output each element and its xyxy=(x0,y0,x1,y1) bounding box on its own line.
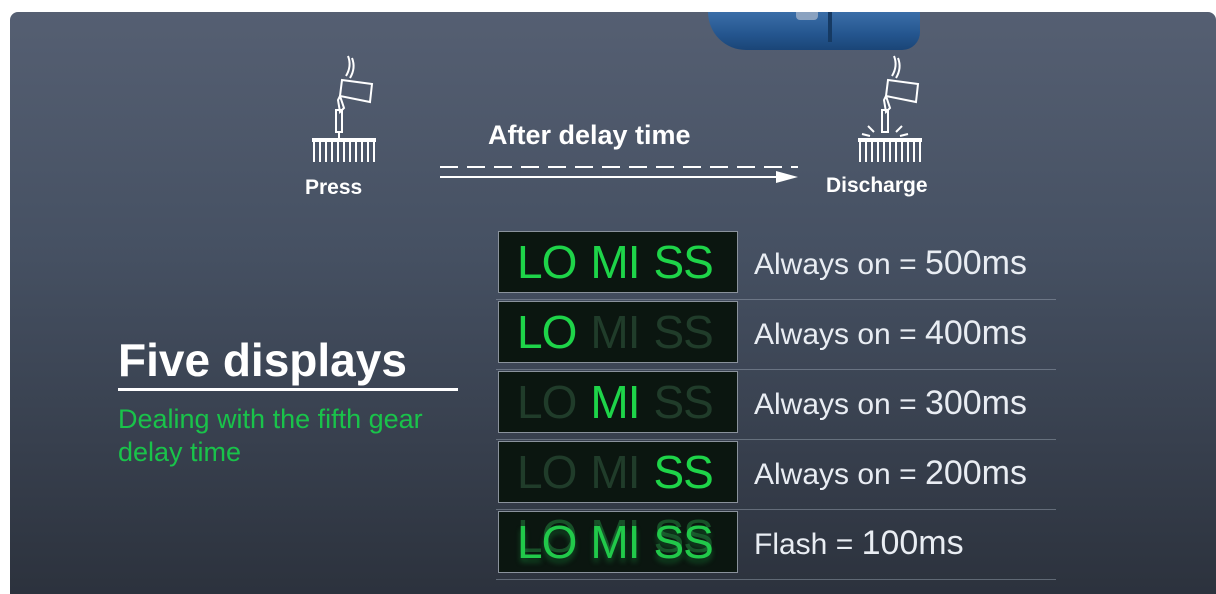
delay-label: After delay time xyxy=(488,120,691,150)
lcd-segment-ss: SS xyxy=(653,306,713,358)
display-list: LO MI SS Always on = 500ms LO MI SS Alwa… xyxy=(496,230,1056,580)
lcd-segment-mi: MI xyxy=(590,446,640,498)
lcd-segment-mi: MI xyxy=(590,516,640,568)
lcd-segment-mi: MI xyxy=(590,306,640,358)
display-mode: Always on = xyxy=(754,318,917,351)
device-slot xyxy=(828,12,832,42)
display-mode: Always on = xyxy=(754,458,917,491)
display-value: 500ms xyxy=(924,244,1027,282)
lcd-segment-lo: LO xyxy=(517,446,577,498)
lcd-segment-ss: SS xyxy=(653,446,713,498)
discharge-label: Discharge xyxy=(826,174,928,197)
lcd-display: LO MI SS xyxy=(498,441,738,503)
display-mode: Flash = xyxy=(754,528,854,561)
display-value: 400ms xyxy=(924,314,1027,352)
heading-block: Five displays Dealing with the fifth gea… xyxy=(118,334,458,469)
page-subtitle: Dealing with the fifth gear delay time xyxy=(118,404,423,467)
lcd-segment-lo: LO xyxy=(517,516,577,568)
display-row: LO MI SS Flash = 100ms xyxy=(496,510,1056,580)
content-panel: Press After delay time Discharge Five di… xyxy=(10,12,1216,594)
display-description: Always on = 500ms xyxy=(754,244,1027,283)
display-description: Always on = 200ms xyxy=(754,454,1027,493)
press-label: Press xyxy=(305,176,363,199)
display-row: LO MI SS Always on = 500ms xyxy=(496,230,1056,300)
lcd-segment-ss: SS xyxy=(653,516,713,568)
display-row: LO MI SS Always on = 400ms xyxy=(496,300,1056,370)
lcd-display: LO MI SS xyxy=(498,371,738,433)
lcd-display: LO MI SS xyxy=(498,301,738,363)
lcd-segment-ss: SS xyxy=(653,236,713,288)
device-knob xyxy=(796,12,818,20)
lcd-segment-mi: MI xyxy=(590,236,640,288)
display-row: LO MI SS Always on = 300ms xyxy=(496,370,1056,440)
discharge-icon xyxy=(848,52,930,162)
display-value: 300ms xyxy=(924,384,1027,422)
display-mode: Always on = xyxy=(754,388,917,421)
lcd-display: LO MI SS xyxy=(498,511,738,573)
page-title: Five displays xyxy=(118,334,458,391)
device-image xyxy=(708,12,920,50)
display-row: LO MI SS Always on = 200ms xyxy=(496,440,1056,510)
lcd-display: LO MI SS xyxy=(498,231,738,293)
display-mode: Always on = xyxy=(754,248,917,281)
display-description: Always on = 300ms xyxy=(754,384,1027,423)
lcd-segment-lo: LO xyxy=(517,376,577,428)
lcd-segment-ss: SS xyxy=(653,376,713,428)
lcd-segment-lo: LO xyxy=(517,306,577,358)
display-description: Flash = 100ms xyxy=(754,524,964,563)
display-description: Always on = 400ms xyxy=(754,314,1027,353)
lcd-segment-lo: LO xyxy=(517,236,577,288)
lcd-segment-mi: MI xyxy=(590,376,640,428)
display-value: 100ms xyxy=(861,524,964,562)
delay-arrow xyxy=(440,164,800,191)
display-value: 200ms xyxy=(924,454,1027,492)
press-icon xyxy=(302,52,384,162)
